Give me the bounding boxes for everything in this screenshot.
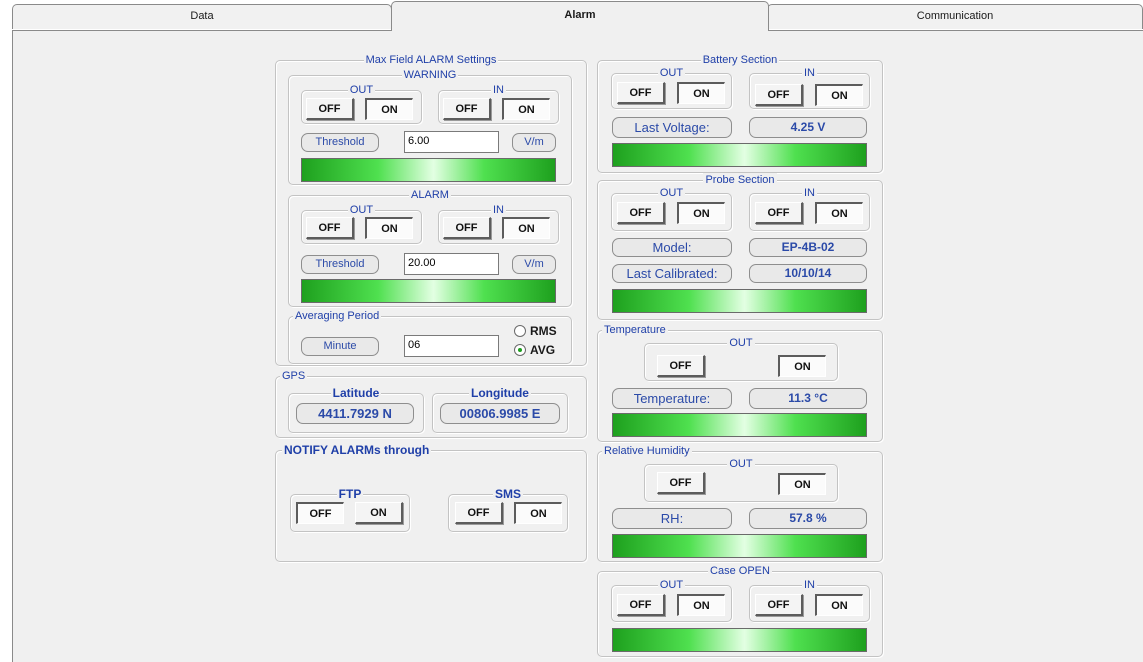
probe-in-off-button[interactable]: OFF <box>755 202 803 224</box>
alarm-level-bar <box>301 279 556 303</box>
temperature-label: Temperature: <box>612 388 732 409</box>
case-out-on-button[interactable]: ON <box>677 594 725 616</box>
avg-radio[interactable]: AVG <box>514 343 555 357</box>
humidity-title: Relative Humidity <box>602 444 692 458</box>
battery-out-label: OUT <box>657 66 686 80</box>
probe-out-label: OUT <box>657 186 686 200</box>
warning-unit-label: V/m <box>512 133 556 152</box>
temperature-out-on-button[interactable]: ON <box>778 355 826 377</box>
alarm-in-label: IN <box>491 203 506 217</box>
warning-title: WARNING <box>401 68 459 82</box>
ftp-label: FTP <box>336 487 364 501</box>
alarm-in-off-button[interactable]: OFF <box>443 217 491 239</box>
humidity-out-on-button[interactable]: ON <box>778 473 826 495</box>
probe-out-on-button[interactable]: ON <box>677 202 725 224</box>
tab-communication[interactable]: Communication <box>767 4 1143 29</box>
sms-on-button[interactable]: ON <box>514 502 562 524</box>
probe-section-title: Probe Section <box>703 173 777 187</box>
temperature-title: Temperature <box>602 323 668 337</box>
tab-alarm[interactable]: Alarm <box>391 1 769 31</box>
averaging-period-input[interactable]: 06 <box>404 335 499 357</box>
battery-in-on-button[interactable]: ON <box>815 84 863 106</box>
probe-level-bar <box>612 289 867 313</box>
gps-title: GPS <box>280 369 308 383</box>
temperature-out-label: OUT <box>727 336 755 350</box>
probe-out-off-button[interactable]: OFF <box>617 202 665 224</box>
battery-out-on-button[interactable]: ON <box>677 82 725 104</box>
case-open-level-bar <box>612 628 867 652</box>
battery-level-bar <box>612 143 867 167</box>
warning-out-on-button[interactable]: ON <box>365 98 413 120</box>
max-field-alarm-title: Max Field ALARM Settings <box>363 53 499 67</box>
averaging-unit-label: Minute <box>301 337 379 356</box>
probe-model-value: EP-4B-02 <box>749 238 867 257</box>
warning-out-off-button[interactable]: OFF <box>306 98 354 120</box>
case-in-off-button[interactable]: OFF <box>755 594 803 616</box>
avg-radio-dot <box>514 344 526 356</box>
case-out-label: OUT <box>657 578 686 592</box>
warning-threshold-label: Threshold <box>301 133 379 152</box>
battery-out-off-button[interactable]: OFF <box>617 82 665 104</box>
battery-section-title: Battery Section <box>700 53 780 67</box>
probe-model-label: Model: <box>612 238 732 257</box>
warning-threshold-input[interactable]: 6.00 <box>404 131 499 153</box>
humidity-out-label: OUT <box>727 457 755 471</box>
alarm-in-on-button[interactable]: ON <box>502 217 550 239</box>
battery-voltage-value: 4.25 V <box>749 117 867 138</box>
temperature-level-bar <box>612 413 867 437</box>
ftp-off-button[interactable]: OFF <box>296 502 344 524</box>
humidity-label: RH: <box>612 508 732 529</box>
alarm-title: ALARM <box>409 188 451 202</box>
avg-radio-label: AVG <box>530 343 556 357</box>
probe-in-label: IN <box>802 186 817 200</box>
tab-bar: Data Communication Alarm <box>0 0 1143 31</box>
warning-out-label: OUT <box>347 83 376 97</box>
rms-radio-label: RMS <box>530 324 557 338</box>
warning-in-label: IN <box>491 83 506 97</box>
temperature-out-off-button[interactable]: OFF <box>657 355 705 377</box>
tab-data[interactable]: Data <box>12 4 392 29</box>
ftp-on-button[interactable]: ON <box>355 502 403 524</box>
rms-radio-dot <box>514 325 526 337</box>
alarm-out-label: OUT <box>347 203 376 217</box>
alarm-out-off-button[interactable]: OFF <box>306 217 354 239</box>
sms-off-button[interactable]: OFF <box>455 502 503 524</box>
averaging-period-title: Averaging Period <box>293 309 382 323</box>
alarm-unit-label: V/m <box>512 255 556 274</box>
alarm-out-on-button[interactable]: ON <box>365 217 413 239</box>
case-out-off-button[interactable]: OFF <box>617 594 665 616</box>
battery-voltage-label: Last Voltage: <box>612 117 732 138</box>
probe-calibrated-value: 10/10/14 <box>749 264 867 283</box>
temperature-value: 11.3 °C <box>749 388 867 409</box>
warning-in-on-button[interactable]: ON <box>502 98 550 120</box>
probe-in-on-button[interactable]: ON <box>815 202 863 224</box>
humidity-level-bar <box>612 534 867 558</box>
warning-level-bar <box>301 158 556 182</box>
battery-in-label: IN <box>802 66 817 80</box>
rms-radio[interactable]: RMS <box>514 324 557 338</box>
humidity-out-off-button[interactable]: OFF <box>657 472 705 494</box>
longitude-value: 00806.9985 E <box>440 403 560 424</box>
alarm-threshold-input[interactable]: 20.00 <box>404 253 499 275</box>
case-open-title: Case OPEN <box>708 564 772 578</box>
probe-calibrated-label: Last Calibrated: <box>612 264 732 283</box>
longitude-label: Longitude <box>469 386 531 400</box>
case-in-on-button[interactable]: ON <box>815 594 863 616</box>
latitude-label: Latitude <box>330 386 382 400</box>
warning-in-off-button[interactable]: OFF <box>443 98 491 120</box>
humidity-value: 57.8 % <box>749 508 867 529</box>
battery-in-off-button[interactable]: OFF <box>755 84 803 106</box>
notify-title: NOTIFY ALARMs through <box>282 443 432 457</box>
latitude-value: 4411.7929 N <box>296 403 414 424</box>
case-in-label: IN <box>802 578 817 592</box>
sms-label: SMS <box>492 487 523 501</box>
alarm-threshold-label: Threshold <box>301 255 379 274</box>
